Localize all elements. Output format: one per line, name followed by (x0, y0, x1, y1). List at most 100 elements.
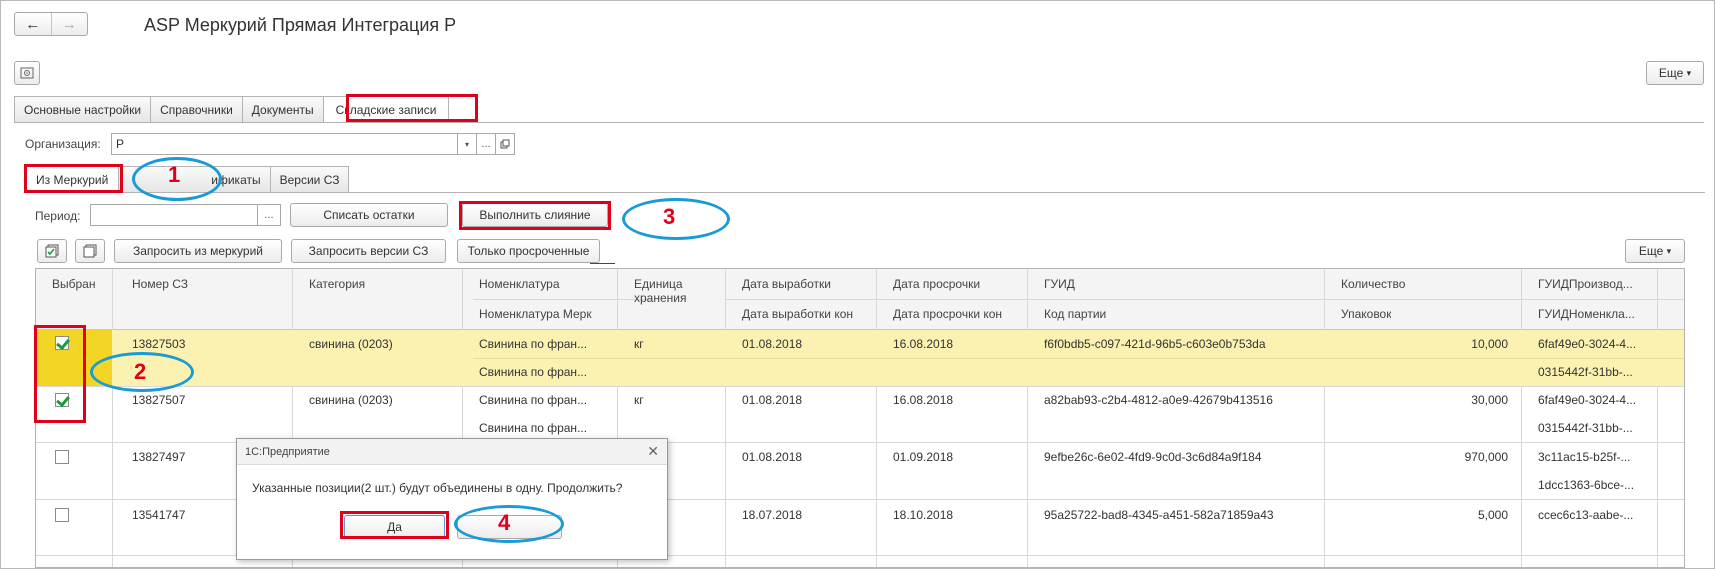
cell-expiry-date: 18.10.2018 (893, 508, 954, 522)
period-label: Период: (35, 209, 81, 223)
cell-unit: кг (634, 337, 644, 351)
cell-guid-producer: 3c11ac15-b25f-... (1538, 450, 1631, 464)
cell-number: 13827507 (132, 393, 186, 407)
cell-nomenclature-merc: Свинина по фран... (479, 421, 588, 435)
dialog-title: 1С:Предприятие (237, 439, 667, 465)
cell-number: 13827497 (132, 450, 186, 464)
header-mid-line (726, 299, 1684, 300)
highlight-yes-button (340, 511, 449, 539)
tab-directories[interactable]: Справочники (150, 96, 243, 122)
header-packages[interactable]: Упаковок (1341, 307, 1391, 321)
header-production-date[interactable]: Дата выработки (742, 277, 831, 291)
ellipsis-icon: ... (481, 138, 491, 150)
cell-production-date: 01.08.2018 (742, 450, 803, 464)
cell-category: свинина (0203) (309, 393, 393, 407)
close-icon[interactable]: ✕ (647, 443, 659, 460)
highlight-tab-warehouse (346, 94, 478, 122)
organization-dropdown-button[interactable]: ▾ (457, 133, 477, 155)
cell-unit: кг (634, 393, 644, 407)
cell-guid-nomenclature: 0315442f-31bb-... (1538, 421, 1633, 435)
highlight-tab-from-mercury (24, 164, 123, 193)
cell-guid: f6f0bdb5-c097-421d-96b5-c603e0b753da (1044, 337, 1266, 351)
open-window-icon (500, 139, 510, 149)
annotation-number-3: 3 (663, 204, 676, 229)
tab-versions[interactable]: Версии СЗ (269, 166, 350, 192)
cell-production-date: 01.08.2018 (742, 337, 803, 351)
uncheck-all-icon (83, 244, 97, 258)
cell-number: 13827503 (132, 337, 186, 351)
annotation-ellipse-3 (622, 198, 730, 240)
tab-main-settings[interactable]: Основные настройки (14, 96, 152, 122)
cell-expiry-date: 01.09.2018 (893, 450, 954, 464)
deselect-all-button[interactable] (75, 239, 105, 263)
cell-quantity: 970,000 (1464, 450, 1508, 464)
period-select-button[interactable]: ... (257, 204, 281, 226)
cell-guid: 95a25722-bad8-4345-a451-582a71859a43 (1044, 508, 1274, 522)
header-quantity[interactable]: Количество (1341, 277, 1405, 291)
more-button-table[interactable]: Еще ▾ (1625, 239, 1685, 263)
cell-nomenclature: Свинина по фран... (479, 393, 588, 407)
header-category[interactable]: Категория (309, 277, 365, 291)
arrow-left-icon[interactable]: ← (15, 13, 52, 35)
settings-button[interactable] (14, 61, 40, 85)
period-input[interactable] (90, 204, 258, 226)
highlight-checkboxes (34, 325, 86, 423)
header-expiry-date-end[interactable]: Дата просрочки кон (893, 307, 1002, 321)
organization-open-button[interactable] (495, 133, 515, 155)
cell-guid-nomenclature: 0315442f-31bb-... (1538, 365, 1633, 379)
header-nomenclature[interactable]: Номенклатура (479, 277, 560, 291)
nav-buttons: ← → (14, 12, 88, 36)
header-batch-code[interactable]: Код партии (1044, 307, 1106, 321)
chevron-down-icon: ▾ (464, 139, 469, 149)
cell-expiry-date: 16.08.2018 (893, 337, 954, 351)
header-storage-unit[interactable]: Единица хранения (634, 277, 714, 305)
more-button-top[interactable]: Еще ▾ (1646, 61, 1704, 85)
header-number[interactable]: Номер СЗ (132, 277, 188, 291)
header-guid-producer[interactable]: ГУИДПроизвод... (1538, 277, 1653, 291)
more-label: Еще (1658, 66, 1684, 80)
check-all-icon (45, 244, 59, 258)
cell-guid: a82bab93-c2b4-4812-a0e9-42679b413516 (1044, 393, 1273, 407)
row-mid-line (473, 358, 1684, 359)
cell-nomenclature: Свинина по фран... (479, 337, 588, 351)
cell-quantity: 5,000 (1477, 508, 1508, 522)
cell-number: 13541747 (132, 508, 186, 522)
sub-tabs-divider (25, 192, 1705, 193)
cell-production-date: 01.08.2018 (742, 393, 803, 407)
writeoff-button[interactable]: Списать остатки (290, 203, 448, 227)
cell-nomenclature-merc: Свинина по фран... (479, 365, 588, 379)
organization-input[interactable]: Р (111, 133, 458, 155)
cell-guid-producer: 6faf49e0-3024-4... (1538, 393, 1637, 407)
cell-quantity: 30,000 (1471, 393, 1508, 407)
tab-documents[interactable]: Документы (241, 96, 324, 122)
header-selected[interactable]: Выбран (52, 277, 95, 291)
chevron-down-icon: ▾ (1666, 245, 1672, 256)
main-tabs-divider (14, 122, 1704, 123)
header-guid-nomenclature[interactable]: ГУИДНоменкла... (1538, 307, 1653, 321)
cell-category: свинина (0203) (309, 337, 393, 351)
organization-label: Организация: (25, 137, 101, 151)
header-production-date-end[interactable]: Дата выработки кон (742, 307, 853, 321)
header-expiry-date[interactable]: Дата просрочки (893, 277, 980, 291)
chevron-down-icon: ▾ (1686, 67, 1692, 78)
expired-only-button[interactable]: Только просроченные (457, 239, 600, 263)
highlight-merge-button (459, 201, 611, 230)
cell-quantity: 10,000 (1471, 337, 1508, 351)
header-nomenclature-merc[interactable]: Номенклатура Мерк (479, 307, 614, 321)
row-checkbox[interactable] (55, 450, 69, 464)
annotation-number-2: 2 (134, 359, 147, 384)
settings-icon (20, 67, 34, 79)
request-versions-button[interactable]: Запросить версии СЗ (291, 239, 446, 263)
request-mercury-button[interactable]: Запросить из меркурий (114, 239, 282, 263)
select-all-button[interactable] (37, 239, 67, 263)
cell-expiry-date: 16.08.2018 (893, 393, 954, 407)
header-guid[interactable]: ГУИД (1044, 277, 1075, 291)
ellipsis-icon: ... (264, 209, 274, 221)
annotation-number-1: 1 (168, 162, 181, 187)
annotation-number-4: 4 (498, 510, 511, 535)
row-checkbox[interactable] (55, 508, 69, 522)
red-underline-mark (590, 263, 615, 264)
cell-guid-nomenclature: 1dcc1363-6bce-... (1538, 478, 1635, 492)
arrow-right-icon[interactable]: → (52, 13, 88, 35)
organization-select-button[interactable]: ... (476, 133, 496, 155)
